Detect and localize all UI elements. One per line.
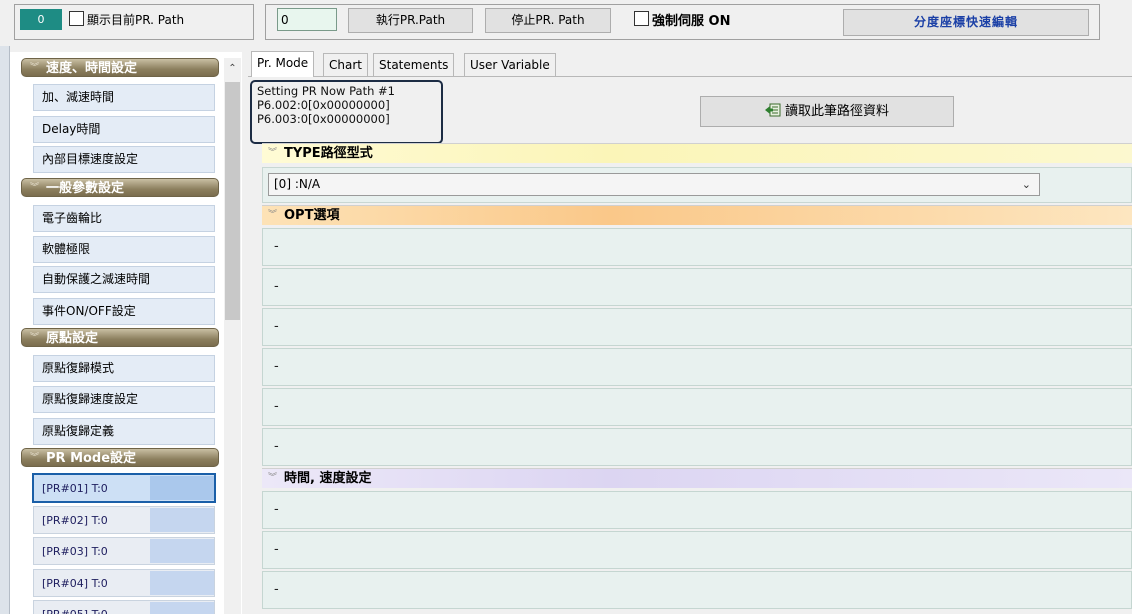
pr-item-label: [PR#01] T:0 (42, 482, 108, 495)
collapse-chevron-icon: ︾ (268, 148, 278, 158)
sidebar-item-accel-decel-time[interactable]: 加、減速時間 (33, 84, 215, 111)
field-value: - (274, 239, 279, 254)
current-path-indicator: 0 (20, 9, 62, 30)
scrollbar-thumb[interactable] (225, 82, 240, 320)
path-number-input[interactable] (277, 8, 337, 31)
stop-path-button[interactable]: 停止PR. Path (485, 8, 611, 33)
group-title: 速度、時間設定 (46, 61, 138, 76)
opt-field-row[interactable]: - (262, 388, 1132, 426)
field-value: - (274, 542, 279, 557)
time-field-row[interactable]: - (262, 491, 1132, 529)
field-value: - (274, 582, 279, 597)
opt-field-row[interactable]: - (262, 228, 1132, 266)
collapse-chevron-icon: ︾ (268, 473, 278, 483)
pr-item-03[interactable]: [PR#03] T:0 (33, 537, 215, 565)
pr-item-label: [PR#03] T:0 (42, 545, 108, 558)
field-value: - (274, 319, 279, 334)
pr-item-bar (150, 476, 214, 500)
scroll-up-arrow-icon[interactable]: ⌃ (224, 58, 241, 80)
section-title: OPT選項 (284, 208, 340, 223)
force-servo-on-checkbox[interactable] (634, 11, 649, 26)
group-header-general-params[interactable]: ︾ 一般參數設定 (21, 178, 219, 197)
collapse-chevron-icon: ︾ (268, 210, 278, 220)
section-header-time-speed[interactable]: ︾ 時間, 速度設定 (262, 468, 1132, 488)
chevron-down-icon: ⌄ (1021, 178, 1031, 191)
sidebar-item-e-gear-ratio[interactable]: 電子齒輪比 (33, 205, 215, 232)
tab-pr-mode[interactable]: Pr. Mode (251, 51, 315, 77)
pr-item-bar (150, 602, 214, 614)
opt-field-row[interactable]: - (262, 348, 1132, 386)
path-type-select[interactable]: [0] :N/A ⌄ (268, 173, 1040, 196)
section-header-type[interactable]: ︾ TYPE路徑型式 (262, 143, 1132, 163)
opt-field-row[interactable]: - (262, 268, 1132, 306)
field-value: - (274, 399, 279, 414)
pr-item-label: [PR#04] T:0 (42, 577, 108, 590)
pr-item-05[interactable]: [PR#05] T:0 (33, 600, 215, 614)
pr-item-bar (150, 571, 214, 595)
group-title: 原點設定 (46, 331, 99, 346)
pr-item-bar (150, 508, 214, 532)
collapse-chevron-icon: ︾ (30, 333, 40, 343)
sidebar-item-protect-decel-time[interactable]: 自動保護之減速時間 (33, 266, 215, 293)
collapse-chevron-icon: ︾ (30, 63, 40, 73)
app-window: 0 顯示目前PR. Path 執行PR.Path 停止PR. Path 強制伺服… (0, 0, 1132, 614)
group-header-homing[interactable]: ︾ 原點設定 (21, 328, 219, 347)
sidebar-item-homing-definition[interactable]: 原點復歸定義 (33, 418, 215, 445)
read-path-data-button[interactable]: 讀取此筆路徑資料 (700, 96, 954, 127)
field-value: - (274, 502, 279, 517)
field-value: - (274, 279, 279, 294)
sidebar-item-software-limit[interactable]: 軟體極限 (33, 236, 215, 263)
read-data-icon (764, 99, 781, 117)
group-title: 一般參數設定 (46, 181, 125, 196)
group-header-speed-time[interactable]: ︾ 速度、時間設定 (21, 58, 219, 77)
sidebar-item-delay-time[interactable]: Delay時間 (33, 116, 215, 143)
info-p6-003-line: P6.003:0[0x00000000] (257, 112, 390, 126)
section-title: TYPE路徑型式 (284, 146, 373, 161)
show-current-path-checkbox[interactable] (69, 11, 84, 26)
run-path-button[interactable]: 執行PR.Path (348, 8, 473, 33)
time-field-row[interactable]: - (262, 531, 1132, 569)
read-path-data-label: 讀取此筆路徑資料 (784, 104, 889, 119)
field-value: - (274, 439, 279, 454)
top-toolbar: 0 顯示目前PR. Path 執行PR.Path 停止PR. Path 強制伺服… (0, 0, 1132, 46)
field-value: - (274, 359, 279, 374)
group-title: PR Mode設定 (46, 451, 137, 466)
current-path-info-box: Setting PR Now Path #1 P6.002:0[0x000000… (250, 80, 443, 144)
tab-chart[interactable]: Chart (323, 53, 368, 76)
info-path-line: Setting PR Now Path #1 (257, 84, 395, 98)
opt-field-row[interactable]: - (262, 428, 1132, 466)
collapse-chevron-icon: ︾ (30, 183, 40, 193)
pr-item-label: [PR#05] T:0 (42, 601, 108, 614)
sidebar-item-homing-speed[interactable]: 原點復歸速度設定 (33, 386, 215, 413)
tab-statements[interactable]: Statements (373, 53, 455, 76)
pr-item-02[interactable]: [PR#02] T:0 (33, 506, 215, 534)
collapse-chevron-icon: ︾ (30, 453, 40, 463)
sidebar-item-homing-mode[interactable]: 原點復歸模式 (33, 355, 215, 382)
sidebar-item-target-speed[interactable]: 內部目標速度設定 (33, 146, 215, 173)
info-p6-002-line: P6.002:0[0x00000000] (257, 98, 390, 112)
sidebar-scrollbar[interactable]: ⌃ (224, 58, 241, 614)
section-header-opt[interactable]: ︾ OPT選項 (262, 205, 1132, 225)
time-field-row[interactable]: - (262, 571, 1132, 609)
path-type-value: [0] :N/A (274, 177, 321, 191)
pr-item-01[interactable]: [PR#01] T:0 (32, 473, 216, 503)
pr-item-bar (150, 539, 214, 563)
show-current-path-label: 顯示目前PR. Path (87, 13, 185, 27)
window-left-edge (0, 0, 10, 614)
section-title: 時間, 速度設定 (284, 471, 372, 486)
tab-user-variable[interactable]: User Variable (464, 53, 556, 76)
group-header-pr-mode[interactable]: ︾ PR Mode設定 (21, 448, 219, 467)
sidebar-item-event-on-off[interactable]: 事件ON/OFF設定 (33, 298, 215, 325)
quick-edit-button[interactable]: 分度座標快速編輯 (843, 9, 1089, 36)
pr-item-label: [PR#02] T:0 (42, 514, 108, 527)
opt-field-row[interactable]: - (262, 308, 1132, 346)
pr-item-04[interactable]: [PR#04] T:0 (33, 569, 215, 597)
force-servo-on-label: 強制伺服 ON (652, 14, 731, 29)
